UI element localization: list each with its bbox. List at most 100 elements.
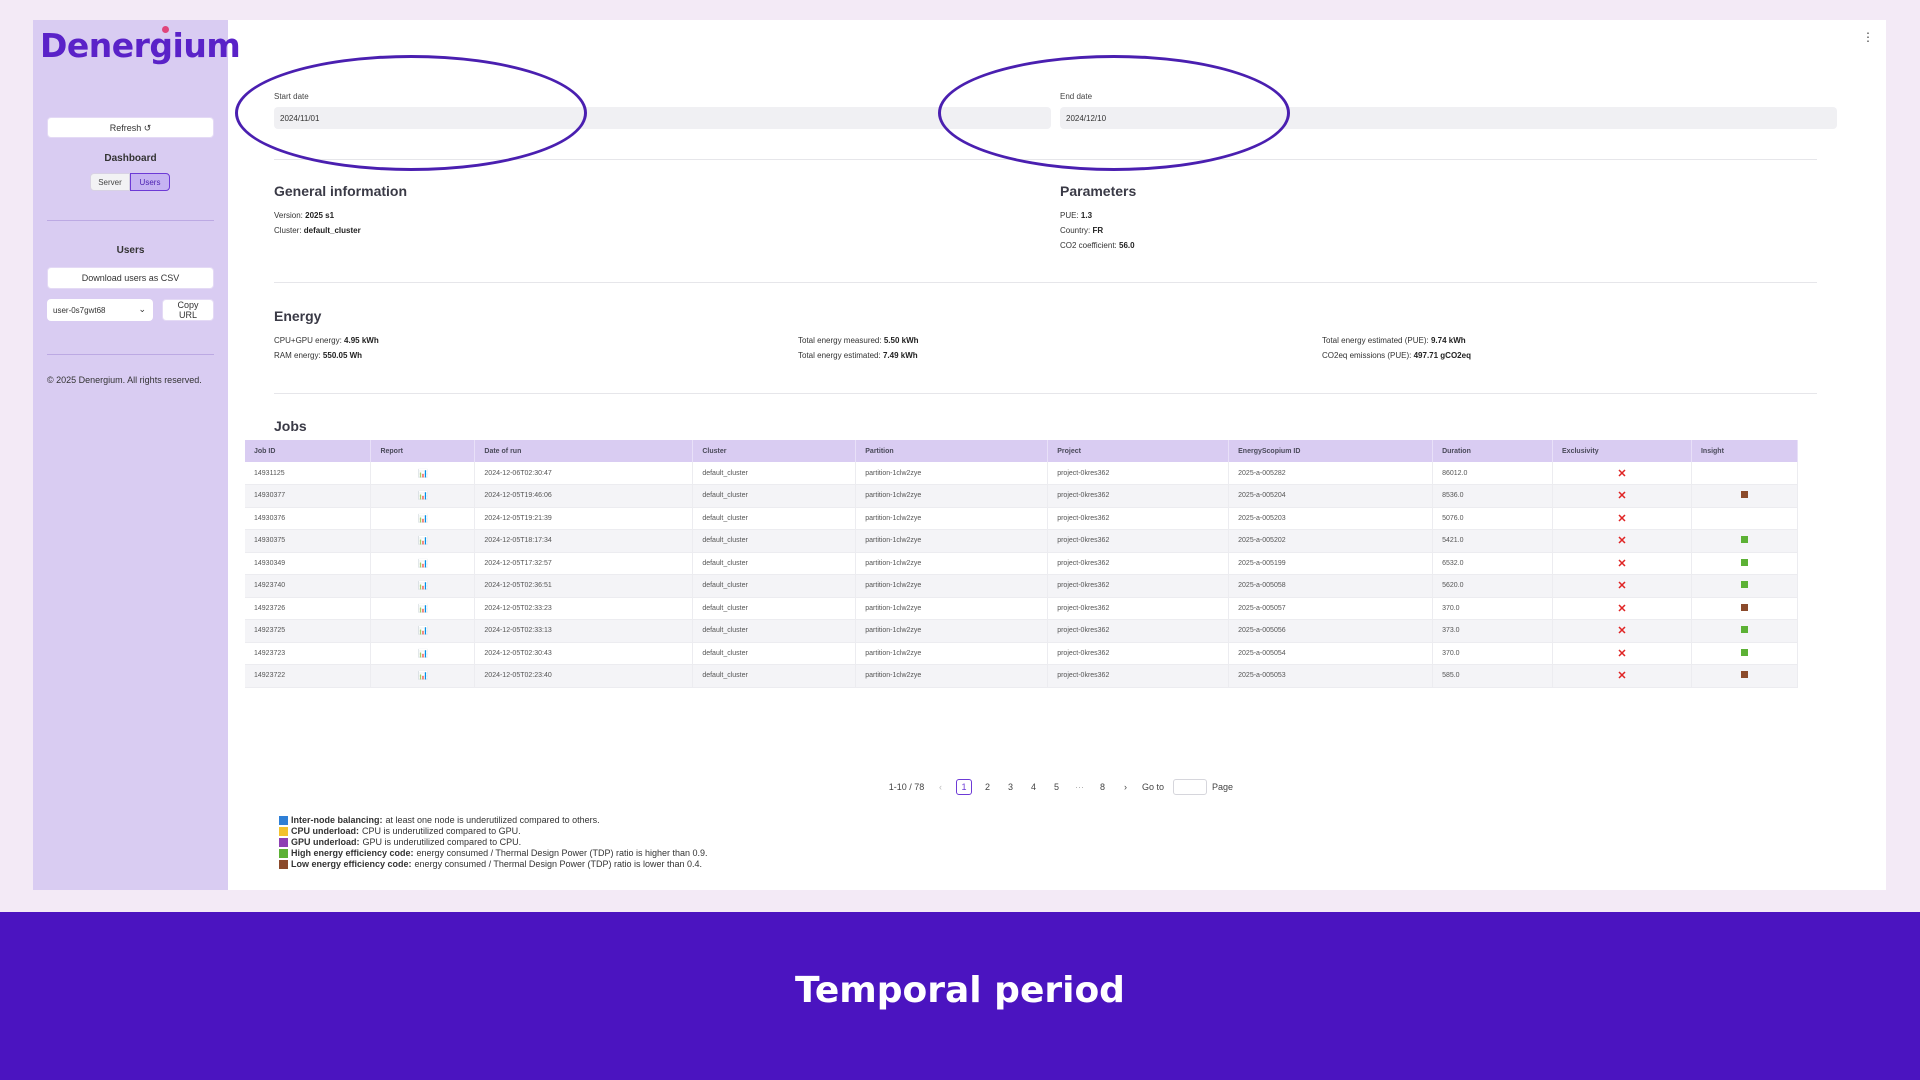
table-row[interactable]: 14930376 📊 2024-12-05T19:21:39 default_clus… [245,507,1799,530]
prev-page-icon[interactable]: ‹ [929,779,952,795]
cross-icon: ✕ [1617,467,1627,480]
copy-url-button[interactable]: Copy URL [162,299,214,321]
duration-cell: 373.0 [1432,619,1554,643]
column-header[interactable]: Project [1047,440,1230,462]
insight-square-icon [1740,581,1748,589]
table-header-row: Job ID Report Date of run Cluster Partit… [245,440,1799,462]
partition-cell: partition-1clw2zye [855,552,1049,575]
pagination-range: 1-10 / 78 [888,782,925,792]
energyscopium-id-cell: 2025-a-005203 [1228,507,1434,530]
duration-cell: 5620.0 [1432,574,1554,598]
sidebar-divider [47,354,214,355]
page-button[interactable]: 2 [976,779,999,795]
more-menu-icon[interactable]: ⋮ [1862,30,1874,44]
duration-cell: 6532.0 [1432,552,1554,575]
exclusivity-cell: ✕ [1552,664,1692,688]
page-button[interactable]: 8 [1091,779,1114,795]
job-id-cell: 14930377 [245,484,372,508]
project-cell: project-0kres362 [1047,642,1230,665]
job-id-cell: 14931125 [245,462,372,485]
date-cell: 2024-12-06T02:30:47 [474,462,694,485]
column-header[interactable]: Job ID [245,440,372,462]
toggle-users[interactable]: Users [130,173,170,191]
exclusivity-cell: ✕ [1552,574,1692,598]
report-chart-icon[interactable]: 📊 [418,671,428,680]
legend-title: High energy efficiency code: [291,848,414,858]
table-row[interactable]: 14923725 📊 2024-12-05T02:33:13 default_clus… [245,619,1799,643]
cluster-cell: default_cluster [692,664,857,688]
partition-cell: partition-1clw2zye [855,507,1049,530]
column-header[interactable]: Report [370,440,476,462]
energyscopium-id-cell: 2025-a-005058 [1228,574,1434,598]
download-users-button[interactable]: Download users as CSV [47,267,214,289]
report-chart-icon[interactable]: 📊 [418,491,428,500]
pagination: 1-10 / 78 ‹ 1 2 3 4 5 ··· 8 › Go to Page [884,779,1234,795]
job-id-cell: 14923725 [245,619,372,643]
pagination-ellipsis[interactable]: ··· [1068,779,1091,795]
table-row[interactable]: 14923740 📊 2024-12-05T02:36:51 default_clus… [245,574,1799,598]
version-info: Version: 2025 s1 [274,211,335,220]
table-row[interactable]: 14930377 📊 2024-12-05T19:46:06 default_clus… [245,484,1799,508]
report-chart-icon[interactable]: 📊 [418,581,428,590]
refresh-button[interactable]: Refresh ↺ [47,117,214,138]
user-select[interactable]: user-0s7gwt68 ⌄ [47,299,153,321]
legend-title: GPU underload: [291,837,360,847]
cross-icon: ✕ [1617,670,1627,683]
energyscopium-id-cell: 2025-a-005054 [1228,642,1434,665]
page-button[interactable]: 5 [1045,779,1068,795]
toggle-server[interactable]: Server [90,173,130,191]
co2-coefficient-info: CO2 coefficient: 56.0 [1060,241,1135,250]
cluster-cell: default_cluster [692,462,857,485]
table-row[interactable]: 14923722 📊 2024-12-05T02:23:40 default_clus… [245,664,1799,688]
column-header[interactable]: Partition [855,440,1049,462]
duration-cell: 86012.0 [1432,462,1554,485]
job-id-cell: 14923722 [245,664,372,688]
goto-page-input[interactable] [1173,779,1207,795]
divider [274,282,1817,283]
next-page-icon[interactable]: › [1114,779,1137,795]
insight-square-icon [1740,648,1748,656]
insight-cell [1691,529,1799,553]
column-header[interactable]: Cluster [692,440,857,462]
page-button-current[interactable]: 1 [956,779,972,795]
page-button[interactable]: 4 [1022,779,1045,795]
job-id-cell: 14923740 [245,574,372,598]
highlight-ellipse-end-date [938,55,1290,171]
report-chart-icon[interactable]: 📊 [418,469,428,478]
report-chart-icon[interactable]: 📊 [418,626,428,635]
project-cell: project-0kres362 [1047,597,1230,620]
exclusivity-cell: ✕ [1552,619,1692,643]
column-header[interactable]: Exclusivity [1552,440,1692,462]
column-header[interactable]: EnergyScopium ID [1228,440,1434,462]
cross-icon: ✕ [1617,490,1627,503]
column-header[interactable]: Insight [1691,440,1799,462]
date-cell: 2024-12-05T19:21:39 [474,507,694,530]
date-cell: 2024-12-05T02:30:43 [474,642,694,665]
page-button[interactable]: 3 [999,779,1022,795]
energy-title: Energy [274,308,322,324]
energyscopium-id-cell: 2025-a-005204 [1228,484,1434,508]
table-row[interactable]: 14923726 📊 2024-12-05T02:33:23 default_clus… [245,597,1799,620]
table-row[interactable]: 14931125 📊 2024-12-06T02:30:47 default_clus… [245,462,1799,485]
jobs-table: Job ID Report Date of run Cluster Partit… [245,440,1799,688]
insight-square-icon [1740,603,1748,611]
legend-swatch-icon [279,838,288,847]
table-row[interactable]: 14930375 📊 2024-12-05T18:17:34 default_clus… [245,529,1799,553]
table-row[interactable]: 14923723 📊 2024-12-05T02:30:43 default_clus… [245,642,1799,665]
exclusivity-cell: ✕ [1552,484,1692,508]
table-row[interactable]: 14930349 📊 2024-12-05T17:32:57 default_clus… [245,552,1799,575]
date-cell: 2024-12-05T02:23:40 [474,664,694,688]
report-chart-icon[interactable]: 📊 [418,604,428,613]
insight-cell [1691,507,1799,530]
insight-square-icon [1740,558,1748,566]
insight-cell [1691,552,1799,575]
page-label: Page [1211,782,1234,792]
report-chart-icon[interactable]: 📊 [418,514,428,523]
exclusivity-cell: ✕ [1552,552,1692,575]
column-header[interactable]: Date of run [474,440,694,462]
report-chart-icon[interactable]: 📊 [418,559,428,568]
report-chart-icon[interactable]: 📊 [418,536,428,545]
report-cell: 📊 [370,462,476,485]
column-header[interactable]: Duration [1432,440,1554,462]
report-chart-icon[interactable]: 📊 [418,649,428,658]
